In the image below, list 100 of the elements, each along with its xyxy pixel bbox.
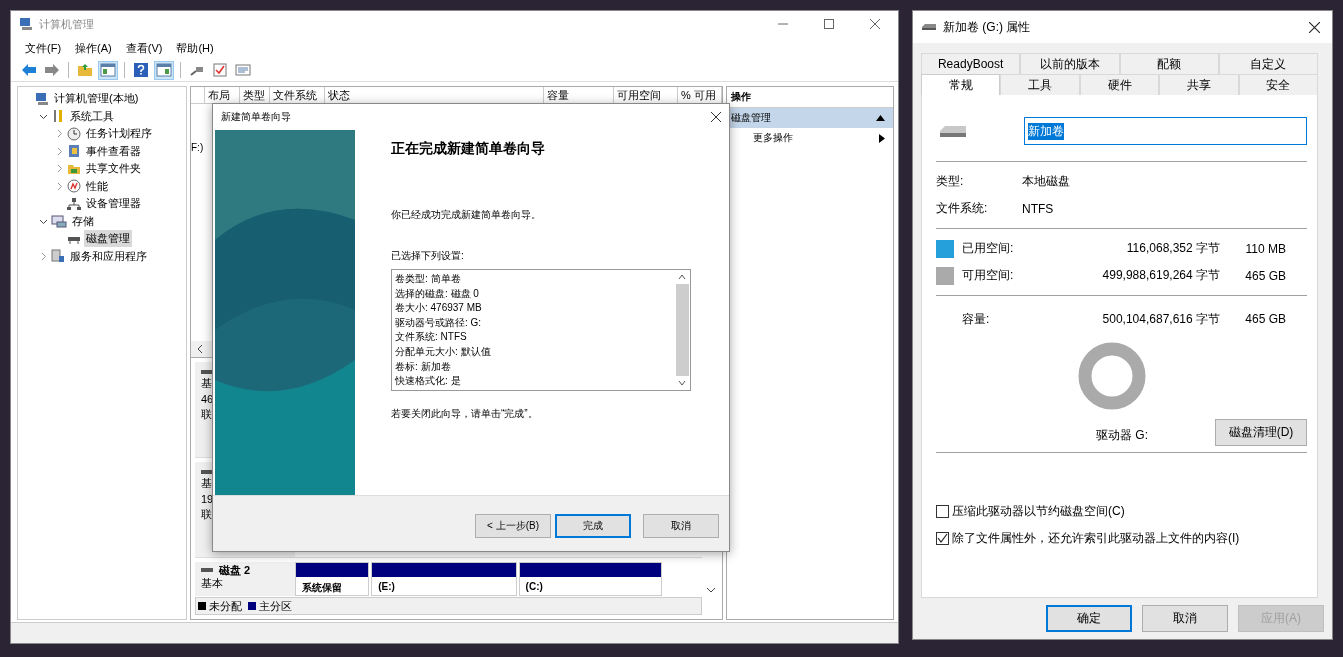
legend-label: 主分区 xyxy=(259,598,292,614)
disk-info: 46 xyxy=(201,393,215,405)
setting-line: 分配单元大小: 默认值 xyxy=(395,344,492,359)
toolbar-button[interactable] xyxy=(98,60,118,80)
dialog-title: 新建简单卷向导 xyxy=(221,110,291,124)
setting-line: 文件系统: NTFS xyxy=(395,330,468,345)
maximize-icon[interactable] xyxy=(824,19,834,29)
toolbar-button[interactable] xyxy=(131,60,151,80)
scrollbar-thumb[interactable] xyxy=(675,284,689,376)
field-label: 容量: xyxy=(962,310,991,328)
disk-info: 联 xyxy=(201,407,213,422)
tab[interactable]: 安全 xyxy=(1238,74,1319,95)
setting-line: 驱动器号或路径: G: xyxy=(395,315,483,330)
setting-line: 卷大小: 476937 MB xyxy=(395,301,483,316)
byte-count: 500,104,687,616 字节 xyxy=(1101,310,1220,328)
tree-item[interactable]: 计算机管理(本地) xyxy=(52,90,141,108)
window-pane-icon xyxy=(156,63,172,77)
tab[interactable]: 自定义 xyxy=(1218,53,1318,74)
computer-icon xyxy=(35,91,49,106)
partition[interactable]: (E:) xyxy=(371,562,517,596)
setting-line: 卷类型: 简单卷 xyxy=(395,272,462,286)
table-cell: F:) xyxy=(191,142,204,153)
tree-item[interactable]: 服务和应用程序 xyxy=(68,247,149,265)
menu-item[interactable]: 文件(F) xyxy=(25,40,62,56)
list-icon xyxy=(235,63,251,77)
disk-info: 联 xyxy=(201,507,213,522)
size-value: 465 GB xyxy=(1244,312,1286,326)
clock-icon xyxy=(67,126,81,141)
menu-item[interactable]: 查看(V) xyxy=(125,40,163,56)
intro-text: 你已经成功完成新建简单卷向导。 xyxy=(391,208,542,222)
disk-info: 基 xyxy=(201,376,213,391)
byte-count: 116,068,352 字节 xyxy=(1125,240,1220,257)
tab[interactable]: ReadyBoost xyxy=(921,53,1021,74)
services-icon xyxy=(51,249,65,264)
disk-cleanup-button[interactable]: 磁盘清理(D) xyxy=(1215,419,1307,446)
dialog-button[interactable]: 取消 xyxy=(643,513,719,538)
field-label: 已用空间: xyxy=(962,240,1015,257)
disk-info: 基 xyxy=(201,476,213,491)
action-item[interactable]: 更多操作 xyxy=(727,128,893,148)
toolbar-button[interactable] xyxy=(210,60,230,80)
folder-icon xyxy=(77,63,93,77)
window-title: 计算机管理 xyxy=(39,16,94,32)
tree-item[interactable]: 存储 xyxy=(70,212,96,230)
menu-item[interactable]: 操作(A) xyxy=(75,40,112,56)
drive-icon xyxy=(938,124,968,138)
tab[interactable]: 常规 xyxy=(921,74,1001,95)
action-item[interactable]: 磁盘管理 xyxy=(727,108,893,128)
field-label: 类型: xyxy=(936,173,965,190)
size-value: 110 MB xyxy=(1244,241,1286,256)
wizard-heading: 正在完成新建简单卷向导 xyxy=(391,140,546,158)
checkbox[interactable] xyxy=(936,505,949,518)
window-pane-icon xyxy=(100,63,116,77)
checkbox[interactable] xyxy=(936,532,949,545)
tree-item[interactable]: 系统工具 xyxy=(68,107,116,125)
tree-item[interactable]: 设备管理器 xyxy=(84,195,143,213)
computer-icon xyxy=(19,17,33,31)
field-value: NTFS xyxy=(1022,201,1054,216)
storage-icon xyxy=(51,214,67,229)
settings-label: 已选择下列设置: xyxy=(391,249,465,263)
scroll-up-icon[interactable] xyxy=(678,274,686,280)
disk-type: 基本 xyxy=(201,577,224,590)
tree-item[interactable]: 事件查看器 xyxy=(84,142,143,160)
menu-item[interactable]: 帮助(H) xyxy=(176,40,214,56)
tab[interactable]: 以前的版本 xyxy=(1020,53,1120,74)
field-label: 可用空间: xyxy=(962,267,1015,284)
tree-item[interactable]: 磁盘管理 xyxy=(84,230,132,248)
dialog-button[interactable]: 完成 xyxy=(555,513,631,538)
toolbar-button[interactable] xyxy=(154,60,174,80)
byte-count: 499,988,619,264 字节 xyxy=(1101,267,1220,284)
close-icon[interactable] xyxy=(711,112,721,122)
drive-icon xyxy=(921,23,937,31)
scroll-down-icon[interactable] xyxy=(706,586,716,594)
tree-item[interactable]: 共享文件夹 xyxy=(84,160,143,178)
tab[interactable]: 工具 xyxy=(1000,74,1080,95)
tab[interactable]: 硬件 xyxy=(1079,74,1160,95)
dialog-button[interactable]: < 上一步(B) xyxy=(475,513,551,538)
field-label: 文件系统: xyxy=(936,200,989,217)
close-icon[interactable] xyxy=(1309,21,1320,33)
gauge-icon xyxy=(67,179,81,194)
scroll-down-icon[interactable] xyxy=(678,380,686,386)
tree-item[interactable]: 性能 xyxy=(84,177,110,195)
donut-drawing xyxy=(1077,342,1146,410)
dialog-button[interactable]: 确定 xyxy=(1046,605,1132,632)
setting-line: 选择的磁盘: 磁盘 0 xyxy=(395,286,480,301)
scroll-left-icon[interactable] xyxy=(196,344,204,354)
partition[interactable]: 系统保留 xyxy=(295,562,370,596)
setting-line: 卷标: 新加卷 xyxy=(395,359,452,374)
drive-label: 驱动器 G: xyxy=(1096,427,1148,444)
partition[interactable]: (C:) xyxy=(518,562,662,596)
dialog-button[interactable]: 取消 xyxy=(1142,605,1228,632)
tab[interactable]: 共享 xyxy=(1159,74,1239,95)
tab[interactable]: 配额 xyxy=(1119,53,1219,74)
volume-name-field[interactable]: 新加卷 xyxy=(1024,117,1307,145)
checkbox-label[interactable]: 压缩此驱动器以节约磁盘空间(C) xyxy=(952,503,1125,520)
collapse-icon xyxy=(876,115,885,121)
tree-item[interactable]: 任务计划程序 xyxy=(84,125,154,143)
disk-name: 磁盘 2 xyxy=(219,564,252,577)
setting-line: 快速格式化: 是 xyxy=(395,374,462,389)
log-book-icon xyxy=(67,144,81,159)
checkbox-label[interactable]: 除了文件属性外，还允许索引此驱动器上文件的内容(I) xyxy=(952,530,1240,547)
